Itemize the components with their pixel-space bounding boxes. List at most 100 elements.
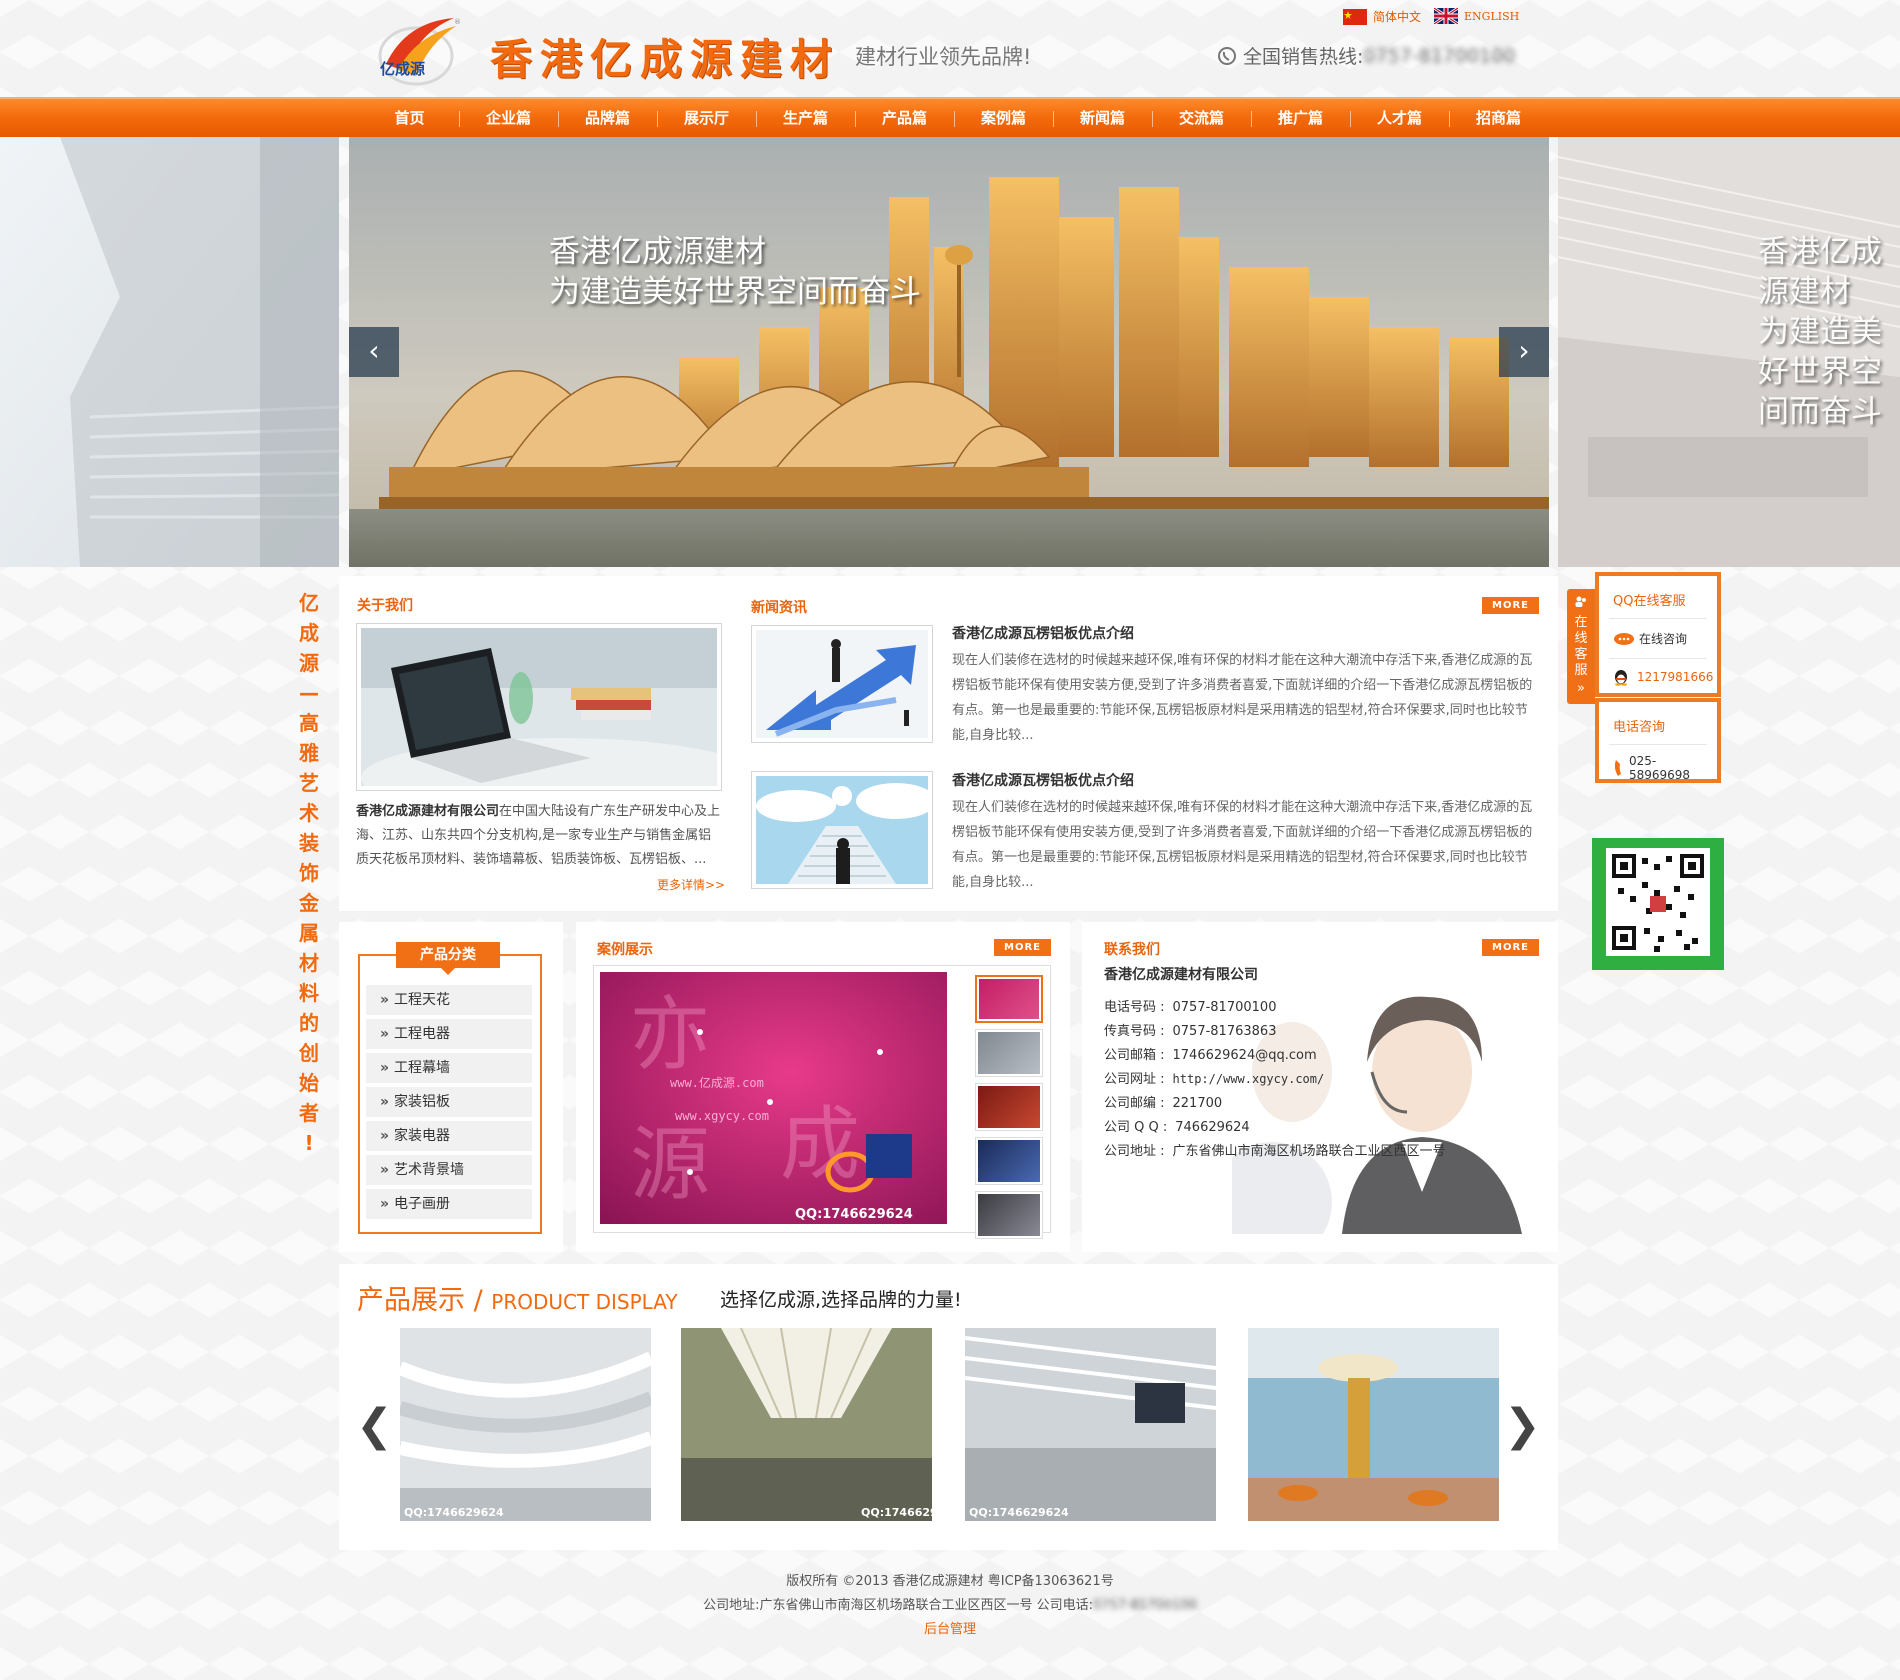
footer-copyright: 版权所有 ©2013 香港亿成源建材 粤ICP备13063621号: [786, 1574, 1114, 1589]
category-item[interactable]: » 家装铝板: [366, 1087, 532, 1117]
banner-next-slide[interactable]: 香港亿成源建材 为建造美好世界空间而奋斗: [1558, 137, 1900, 567]
product-3-qq: QQ:1746629624: [969, 1506, 1069, 1519]
nav-item-2[interactable]: 品牌篇: [558, 99, 657, 137]
contact-title[interactable]: 联系我们: [1104, 939, 1160, 959]
nav-item-5[interactable]: 产品篇: [855, 99, 954, 137]
logo-mark-icon[interactable]: 亿成源 ®: [376, 12, 462, 88]
about-readmore-link[interactable]: 更多详情>>: [657, 876, 725, 893]
product-item-1[interactable]: QQ:1746629624: [400, 1328, 651, 1521]
vertical-slogan-char: 饰: [299, 861, 319, 885]
nav-item-0[interactable]: 首页: [360, 99, 459, 137]
qq-online-chat-link[interactable]: 在线咨询: [1613, 630, 1687, 647]
nav-item-4[interactable]: 生产篇: [756, 99, 855, 137]
cases-title[interactable]: 案例展示: [597, 939, 653, 959]
contact-photo: [1232, 962, 1540, 1234]
vertical-slogan-char: 金: [299, 891, 319, 915]
contact-label: 公司邮箱 :: [1104, 1048, 1165, 1063]
chevron-right-icon: »: [380, 1162, 390, 1178]
vertical-slogan-char: 艺: [299, 771, 319, 795]
chevron-right-icon: »: [380, 1094, 390, 1110]
vertical-slogan-char: 高: [299, 711, 319, 735]
news-more-button[interactable]: MORE: [1482, 597, 1539, 614]
chevron-right-icon: »: [380, 1128, 390, 1144]
online-service-tab[interactable]: 在线客服 »: [1567, 589, 1595, 704]
contact-label: 公司 Q Q :: [1104, 1120, 1168, 1135]
banner-image-sydney: [349, 137, 1549, 567]
category-item[interactable]: » 工程幕墙: [366, 1053, 532, 1083]
news-thumb-2[interactable]: [751, 771, 936, 889]
product-display-separator: /: [473, 1285, 483, 1316]
category-label: 工程电器: [394, 1026, 451, 1042]
product-item-2[interactable]: QQ:1746629624: [681, 1328, 932, 1521]
product-display-title-cn: 产品展示: [357, 1285, 465, 1316]
case-thumbnail[interactable]: [975, 1083, 1043, 1131]
banner-slider[interactable]: 香港亿成源建材 为建造美好世界空间而奋斗 ‹ ›: [349, 137, 1549, 567]
footer-address: 公司地址:广东省佛山市南海区机场路联合工业区西区一号 公司电话:0757-817…: [0, 1594, 1900, 1613]
case-thumbnail[interactable]: [975, 1137, 1043, 1185]
nav-item-8[interactable]: 交流篇: [1152, 99, 1251, 137]
nav-item-11[interactable]: 招商篇: [1449, 99, 1548, 137]
product-next-button[interactable]: ❯: [1504, 1400, 1541, 1451]
phone-service-title: 电话咨询: [1613, 720, 1666, 735]
vertical-slogan-char: 者: [299, 1101, 319, 1125]
lang-chinese-link[interactable]: 简体中文: [1343, 8, 1421, 25]
lang-chinese-label: 简体中文: [1373, 10, 1422, 24]
category-item[interactable]: » 艺术背景墙: [366, 1155, 532, 1185]
lang-english-link[interactable]: ENGLISH: [1434, 8, 1519, 24]
category-item[interactable]: » 工程天花: [366, 985, 532, 1015]
case-pink-ceiling-image: 亦成源 www.亿成源.com www.xgycy.com QQ:1746629…: [600, 972, 947, 1224]
case-thumbnail[interactable]: [975, 975, 1043, 1023]
case-thumbnail[interactable]: [975, 1191, 1043, 1239]
site-footer: 版权所有 ©2013 香港亿成源建材 粤ICP备13063621号 公司地址:广…: [0, 1550, 1900, 1680]
phone-number: 025-58969698: [1628, 754, 1691, 782]
case-thumbnail[interactable]: [975, 1029, 1043, 1077]
qq-service-box: QQ在线客服 在线咨询 1217981666: [1595, 572, 1721, 697]
qq-number-link[interactable]: 1217981666: [1613, 668, 1713, 686]
category-item[interactable]: » 家装电器: [366, 1121, 532, 1151]
contact-more-button[interactable]: MORE: [1482, 939, 1539, 956]
banner-prev-button[interactable]: ‹: [349, 327, 399, 377]
vertical-slogan-char: —: [299, 681, 319, 705]
phone-number-link[interactable]: 025-58969698: [1613, 754, 1717, 782]
nav-item-9[interactable]: 推广篇: [1251, 99, 1350, 137]
banner-caption-line2: 为建造美好世界空间而奋斗: [549, 274, 921, 310]
news-item-1-title[interactable]: 香港亿成源瓦楞铝板优点介绍: [952, 623, 1134, 643]
nav-item-7[interactable]: 新闻篇: [1053, 99, 1152, 137]
product-1-qq: QQ:1746629624: [404, 1506, 504, 1519]
product-item-4[interactable]: [1248, 1328, 1499, 1521]
category-item[interactable]: » 电子画册: [366, 1189, 532, 1219]
company-name: 香港亿成源建材: [490, 35, 841, 84]
news-thumb-1[interactable]: [751, 625, 933, 743]
product-item-3[interactable]: QQ:1746629624: [965, 1328, 1216, 1521]
qq-number: 1217981666: [1637, 670, 1714, 684]
contact-value[interactable]: http://www.xgycy.com/: [1173, 1072, 1325, 1086]
about-title[interactable]: 关于我们: [357, 595, 413, 615]
qr-code: [1592, 838, 1724, 970]
sales-hotline: 全国销售热线: 0757-81700100: [1217, 42, 1515, 69]
contact-value: 广东省佛山市南海区机场路联合工业区西区一号: [1172, 1144, 1446, 1159]
cases-more-button[interactable]: MORE: [994, 939, 1051, 956]
admin-link[interactable]: 后台管理: [924, 1622, 976, 1637]
news-item-1-body: 现在人们装修在选材的时候越来越环保,唯有环保的材料才能在这种大潮流中存活下来,香…: [952, 653, 1533, 743]
handset-icon: [1614, 760, 1621, 776]
contact-label: 传真号码 :: [1104, 1024, 1165, 1039]
about-image[interactable]: [356, 623, 761, 818]
vertical-slogan-char: 属: [299, 921, 319, 945]
category-item[interactable]: » 工程电器: [366, 1019, 532, 1049]
contact-line: 公司 Q Q : 746629624: [1104, 1116, 1250, 1135]
banner-next-caption: 香港亿成源建材 为建造美好世界空间而奋斗: [1758, 232, 1900, 432]
case-thumbnail-image: [978, 1032, 1040, 1074]
qq-online-label: 在线咨询: [1639, 632, 1688, 646]
banner-prev-slide[interactable]: [0, 137, 339, 567]
banner-next-button[interactable]: ›: [1499, 327, 1549, 377]
contact-line: 电话号码 : 0757-81700100: [1104, 996, 1276, 1015]
nav-item-1[interactable]: 企业篇: [459, 99, 558, 137]
news-title[interactable]: 新闻资讯: [751, 597, 807, 617]
news-item-2-title[interactable]: 香港亿成源瓦楞铝板优点介绍: [952, 770, 1134, 790]
logo-text: 亿成源: [380, 60, 425, 78]
nav-item-3[interactable]: 展示厅: [657, 99, 756, 137]
nav-item-6[interactable]: 案例篇: [954, 99, 1053, 137]
product-prev-button[interactable]: ❮: [356, 1400, 393, 1451]
case-main-image[interactable]: 亦成源 www.亿成源.com www.xgycy.com QQ:1746629…: [600, 972, 947, 1224]
nav-item-10[interactable]: 人才篇: [1350, 99, 1449, 137]
